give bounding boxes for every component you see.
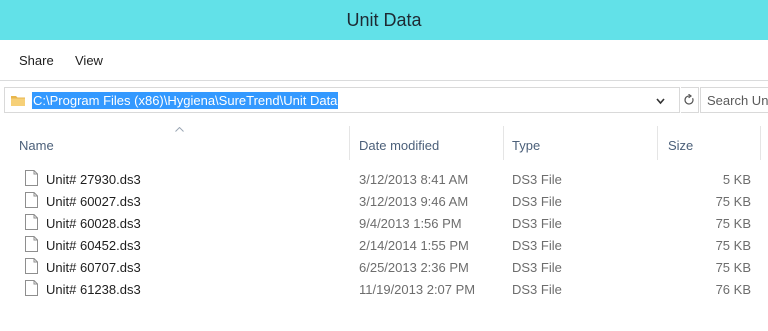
file-icon: [25, 170, 38, 186]
file-name: Unit# 60027.ds3: [46, 194, 141, 209]
refresh-icon: [684, 94, 694, 105]
file-type: DS3 File: [512, 172, 562, 187]
column-size[interactable]: Size: [668, 138, 693, 153]
ribbon: Share View: [0, 40, 768, 80]
sort-ascending-icon: [175, 127, 184, 132]
file-size: 5 KB: [722, 172, 751, 187]
search-input[interactable]: [707, 88, 768, 112]
file-date: 2/14/2014 1:55 PM: [359, 238, 469, 253]
address-field[interactable]: C:\Program Files (x86)\Hygiena\SureTrend…: [4, 87, 680, 113]
file-name: Unit# 61238.ds3: [46, 282, 141, 297]
file-date: 9/4/2013 1:56 PM: [359, 216, 462, 231]
window-titlebar[interactable]: Unit Data: [0, 0, 768, 40]
column-type[interactable]: Type: [512, 138, 540, 153]
file-row[interactable]: Unit# 60028.ds3 9/4/2013 1:56 PM DS3 Fil…: [0, 212, 768, 234]
file-size: 75 KB: [715, 216, 751, 231]
file-date: 11/19/2013 2:07 PM: [359, 282, 476, 297]
file-name: Unit# 27930.ds3: [46, 172, 141, 187]
file-type: DS3 File: [512, 216, 562, 231]
ribbon-divider: [0, 80, 768, 81]
address-bar: C:\Program Files (x86)\Hygiena\SureTrend…: [0, 86, 768, 116]
column-header: Name Date modified Type Size: [0, 126, 768, 160]
column-date-modified[interactable]: Date modified: [359, 138, 439, 153]
file-date: 6/25/2013 2:36 PM: [359, 260, 469, 275]
file-name: Unit# 60452.ds3: [46, 238, 141, 253]
file-type: DS3 File: [512, 282, 562, 297]
file-row[interactable]: Unit# 60707.ds3 6/25/2013 2:36 PM DS3 Fi…: [0, 256, 768, 278]
file-size: 75 KB: [715, 260, 751, 275]
file-icon: [25, 280, 38, 296]
column-divider[interactable]: [760, 126, 761, 160]
file-date: 3/12/2013 8:41 AM: [359, 172, 469, 187]
address-path[interactable]: C:\Program Files (x86)\Hygiena\SureTrend…: [32, 92, 339, 109]
file-type: DS3 File: [512, 238, 562, 253]
folder-icon: [11, 96, 25, 106]
file-type: DS3 File: [512, 194, 562, 209]
file-icon: [25, 214, 38, 230]
file-icon: [25, 258, 38, 274]
file-size: 76 KB: [715, 282, 751, 297]
file-size: 75 KB: [715, 238, 751, 253]
file-type: DS3 File: [512, 260, 562, 275]
file-name: Unit# 60028.ds3: [46, 216, 141, 231]
file-date: 3/12/2013 9:46 AM: [359, 194, 469, 209]
column-divider[interactable]: [657, 126, 658, 160]
file-row[interactable]: Unit# 27930.ds3 3/12/2013 8:41 AM DS3 Fi…: [0, 168, 768, 190]
file-row[interactable]: Unit# 60027.ds3 3/12/2013 9:46 AM DS3 Fi…: [0, 190, 768, 212]
file-icon: [25, 236, 38, 252]
window-title: Unit Data: [346, 9, 422, 30]
file-name: Unit# 60707.ds3: [46, 260, 141, 275]
column-name[interactable]: Name: [19, 138, 54, 153]
column-divider[interactable]: [349, 126, 350, 160]
file-row[interactable]: Unit# 61238.ds3 11/19/2013 2:07 PM DS3 F…: [0, 278, 768, 300]
file-row[interactable]: Unit# 60452.ds3 2/14/2014 1:55 PM DS3 Fi…: [0, 234, 768, 256]
search-box[interactable]: [700, 87, 768, 113]
refresh-button[interactable]: [681, 87, 699, 113]
file-size: 75 KB: [715, 194, 751, 209]
column-divider[interactable]: [503, 126, 504, 160]
tab-view[interactable]: View: [75, 53, 103, 68]
file-icon: [25, 192, 38, 208]
chevron-down-icon[interactable]: [656, 97, 665, 105]
tab-share[interactable]: Share: [19, 53, 54, 68]
